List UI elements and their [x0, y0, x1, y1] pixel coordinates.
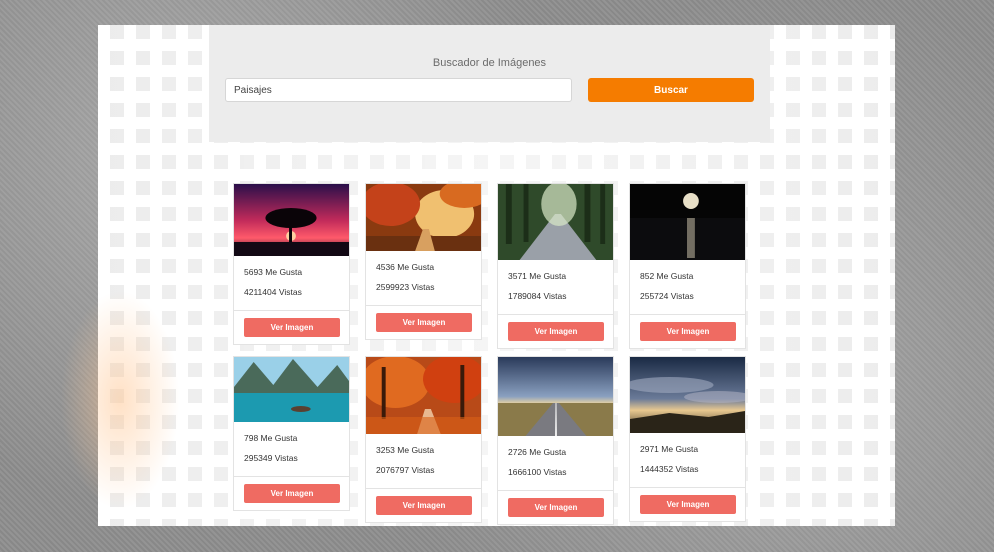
- image-card: 852 Me Gusta 255724 Vistas Ver Imagen: [629, 183, 746, 349]
- image-card: 3571 Me Gusta 1789084 Vistas Ver Imagen: [497, 183, 614, 349]
- views-count: 295349 Vistas: [244, 453, 298, 463]
- image-card: 4536 Me Gusta 2599923 Vistas Ver Imagen: [365, 183, 482, 340]
- likes-count: 2971 Me Gusta: [640, 444, 699, 454]
- views-count: 1789084 Vistas: [508, 291, 567, 301]
- view-image-button[interactable]: Ver Imagen: [508, 322, 604, 341]
- views-count: 1444352 Vistas: [640, 464, 699, 474]
- search-input[interactable]: [225, 78, 572, 102]
- view-image-button[interactable]: Ver Imagen: [376, 496, 472, 515]
- view-image-button[interactable]: Ver Imagen: [244, 318, 340, 337]
- likes-count: 3253 Me Gusta: [376, 445, 435, 455]
- image-thumbnail[interactable]: [630, 184, 745, 260]
- image-thumbnail[interactable]: [630, 357, 745, 433]
- search-panel: Buscador de Imágenes Buscar: [209, 25, 770, 142]
- image-card: 2971 Me Gusta 1444352 Vistas Ver Imagen: [629, 356, 746, 522]
- image-thumbnail[interactable]: [498, 357, 613, 436]
- image-thumbnail[interactable]: [234, 357, 349, 422]
- search-button[interactable]: Buscar: [588, 78, 754, 102]
- image-thumbnail[interactable]: [234, 184, 349, 256]
- likes-count: 3571 Me Gusta: [508, 271, 567, 281]
- image-thumbnail[interactable]: [366, 184, 481, 251]
- views-count: 255724 Vistas: [640, 291, 694, 301]
- view-image-button[interactable]: Ver Imagen: [244, 484, 340, 503]
- view-image-button[interactable]: Ver Imagen: [376, 313, 472, 332]
- view-image-button[interactable]: Ver Imagen: [508, 498, 604, 517]
- views-count: 2599923 Vistas: [376, 282, 435, 292]
- image-card: 2726 Me Gusta 1666100 Vistas Ver Imagen: [497, 356, 614, 525]
- image-thumbnail[interactable]: [498, 184, 613, 260]
- image-card: 798 Me Gusta 295349 Vistas Ver Imagen: [233, 356, 350, 511]
- views-count: 2076797 Vistas: [376, 465, 435, 475]
- likes-count: 5693 Me Gusta: [244, 267, 303, 277]
- view-image-button[interactable]: Ver Imagen: [640, 322, 736, 341]
- likes-count: 4536 Me Gusta: [376, 262, 435, 272]
- view-image-button[interactable]: Ver Imagen: [640, 495, 736, 514]
- likes-count: 852 Me Gusta: [640, 271, 694, 281]
- views-count: 4211404 Vistas: [244, 287, 302, 297]
- image-card: 3253 Me Gusta 2076797 Vistas Ver Imagen: [365, 356, 482, 523]
- search-title: Buscador de Imágenes: [432, 57, 547, 69]
- likes-count: 2726 Me Gusta: [508, 447, 567, 457]
- views-count: 1666100 Vistas: [508, 467, 567, 477]
- image-card: 5693 Me Gusta 4211404 Vistas Ver Imagen: [233, 183, 350, 345]
- likes-count: 798 Me Gusta: [244, 433, 298, 443]
- image-thumbnail[interactable]: [366, 357, 481, 434]
